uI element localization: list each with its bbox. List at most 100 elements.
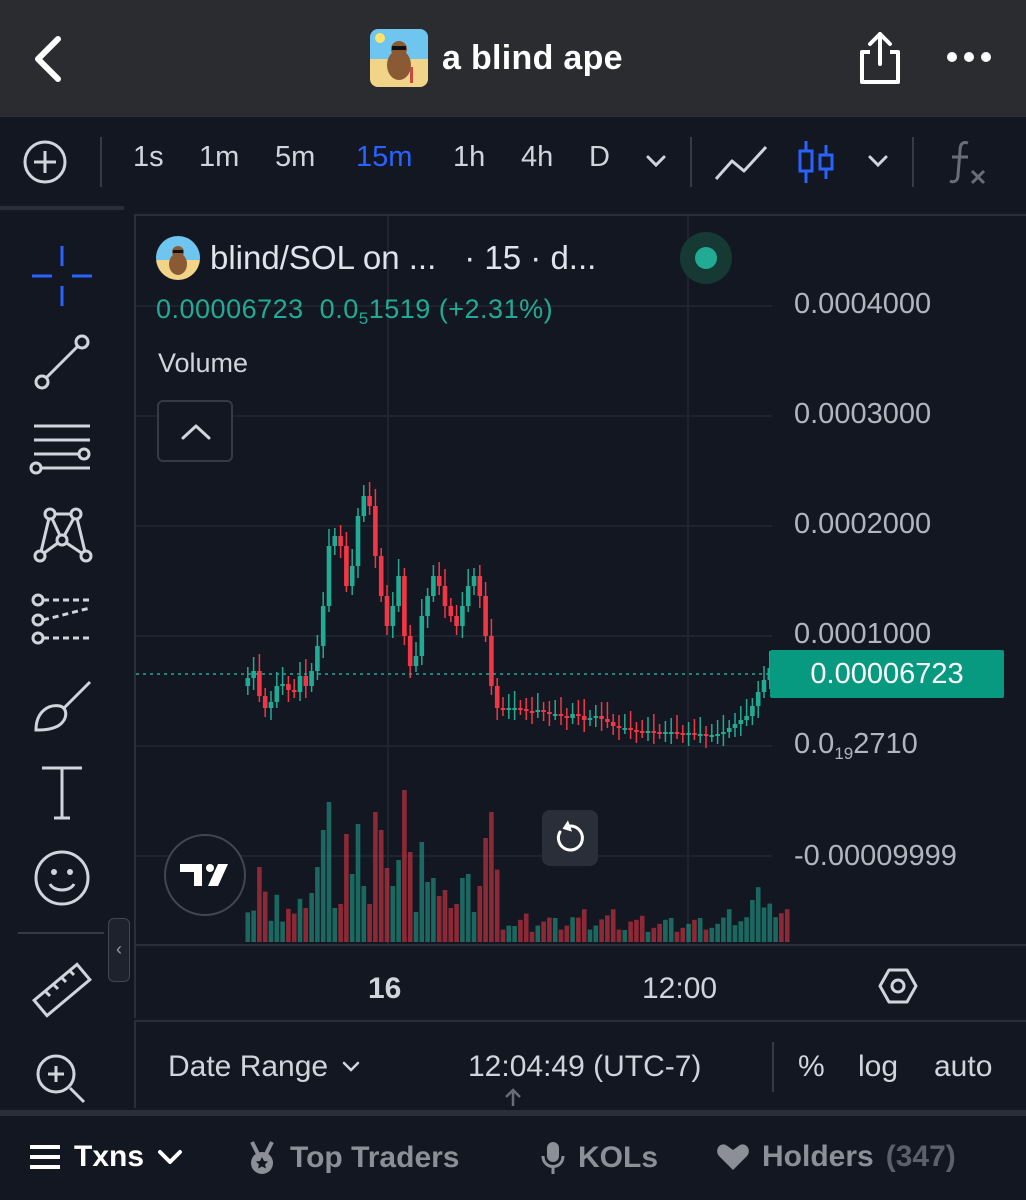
current-price-tag: 0.00006723: [770, 650, 1004, 698]
tab-holders-label: Holders: [762, 1140, 874, 1173]
tab-txns[interactable]: Txns: [28, 1140, 184, 1174]
collapse-legend-button[interactable]: [157, 400, 233, 462]
reset-chart-button[interactable]: [542, 810, 598, 866]
volume-bar: [750, 900, 755, 942]
timeframe-5m[interactable]: 5m: [275, 141, 315, 174]
more-horizontal-icon[interactable]: [944, 40, 994, 74]
timeframe-1s[interactable]: 1s: [133, 141, 164, 174]
auto-scale-toggle[interactable]: auto: [934, 1050, 992, 1084]
crosshair-icon[interactable]: [28, 242, 96, 310]
chevron-down-icon[interactable]: [644, 151, 668, 171]
chevron-left-icon[interactable]: [28, 34, 68, 84]
volume-bar: [315, 867, 320, 942]
chart-bottom-bar: Date Range 12:04:49 (UTC-7) % log auto: [134, 1020, 1026, 1108]
volume-bar: [779, 913, 784, 942]
toolbar-divider: [18, 932, 104, 934]
tab-top-traders[interactable]: Top Traders: [246, 1140, 459, 1176]
log-scale-toggle[interactable]: log: [858, 1050, 898, 1084]
timeframe-1m[interactable]: 1m: [199, 141, 239, 174]
volume-bar: [715, 923, 720, 942]
volume-bar: [622, 930, 628, 942]
candle-body: [297, 676, 303, 692]
horizontal-lines-icon[interactable]: [28, 414, 96, 482]
volume-bar: [599, 919, 604, 942]
chevron-down-icon[interactable]: [866, 151, 890, 171]
chart-pane[interactable]: blind/SOL on ... · 15 · d... 0.00006723 …: [134, 214, 1026, 1018]
toolbar-divider: [690, 137, 692, 187]
tab-holders[interactable]: Holders (347): [716, 1140, 956, 1174]
volume-bar: [425, 882, 430, 942]
trend-line-icon[interactable]: [28, 328, 96, 396]
candle-body: [628, 728, 633, 730]
volume-bar: [773, 917, 778, 942]
candle-body: [402, 576, 407, 636]
price-change: 0.051519: [319, 294, 431, 328]
candle-body: [703, 734, 709, 736]
candle-body: [634, 730, 639, 732]
symbol-title[interactable]: blind/SOL on ...: [210, 239, 436, 277]
volume-bar: [413, 912, 419, 942]
candle-body: [378, 556, 384, 596]
candle-body: [465, 586, 471, 606]
chevron-down-icon: [342, 1061, 360, 1072]
chart-settings-icon[interactable]: [878, 966, 918, 1006]
volume-bar: [529, 931, 535, 942]
emoji-icon[interactable]: [28, 844, 96, 912]
candlestick-chart-icon[interactable]: [796, 139, 836, 185]
candle-body: [477, 576, 483, 596]
candle-body: [489, 636, 494, 686]
share-icon[interactable]: [856, 28, 904, 88]
candle-body: [338, 536, 343, 546]
volume-bar: [465, 874, 471, 942]
candle-body: [529, 711, 535, 713]
forecast-icon[interactable]: [28, 586, 96, 654]
line-chart-icon[interactable]: [712, 139, 770, 185]
candle-body: [541, 710, 546, 712]
timeframe-4h[interactable]: 4h: [521, 141, 553, 174]
toolbar-collapse-handle[interactable]: ‹: [108, 918, 130, 982]
x-axis[interactable]: 16 12:00: [136, 944, 1026, 1020]
candle-body: [715, 734, 720, 736]
brush-icon[interactable]: [28, 672, 96, 740]
timeframe-d[interactable]: D: [589, 141, 610, 174]
candle-body: [744, 716, 749, 720]
volume-bar: [686, 923, 691, 942]
zoom-in-icon[interactable]: [28, 1044, 96, 1112]
candle-body: [268, 702, 274, 708]
text-icon[interactable]: [28, 758, 96, 826]
timeframe-15m[interactable]: 15m: [356, 141, 412, 174]
timeframe-1h[interactable]: 1h: [453, 141, 485, 174]
y-axis-tick: 0.0003000: [794, 398, 932, 430]
y-axis-tick: 0.0002000: [794, 508, 932, 540]
tradingview-logo[interactable]: [164, 834, 246, 916]
date-range-button[interactable]: Date Range: [168, 1050, 362, 1084]
volume-bar: [581, 909, 587, 942]
candle-body: [645, 731, 651, 733]
volume-label[interactable]: Volume: [158, 348, 248, 379]
percent-scale-toggle[interactable]: %: [798, 1050, 825, 1084]
pattern-icon[interactable]: [28, 500, 96, 568]
volume-bar: [721, 917, 726, 942]
volume-bar: [576, 917, 581, 942]
function-indicators-icon[interactable]: [946, 137, 990, 187]
chevron-up-icon: [181, 424, 211, 440]
volume-bar: [645, 931, 651, 942]
tab-kols[interactable]: KOLs: [540, 1140, 658, 1176]
volume-bar: [407, 852, 413, 942]
candle-body: [761, 680, 767, 692]
volume-bar: [680, 927, 686, 942]
candle-body: [291, 690, 297, 692]
timezone-clock[interactable]: 12:04:49 (UTC-7): [468, 1050, 701, 1084]
date-range-label: Date Range: [168, 1050, 329, 1083]
token-avatar-small: [156, 236, 200, 280]
candle-body: [286, 684, 291, 690]
candle-body: [721, 732, 726, 734]
volume-bar: [402, 790, 407, 942]
symbol-interval: · 15 · d...: [464, 239, 597, 276]
volume-bar: [280, 921, 285, 942]
candle-body: [344, 546, 349, 586]
candle-body: [726, 728, 732, 732]
add-indicator-icon[interactable]: [22, 139, 68, 185]
ruler-icon[interactable]: [28, 956, 96, 1024]
volume-bar: [332, 908, 338, 942]
